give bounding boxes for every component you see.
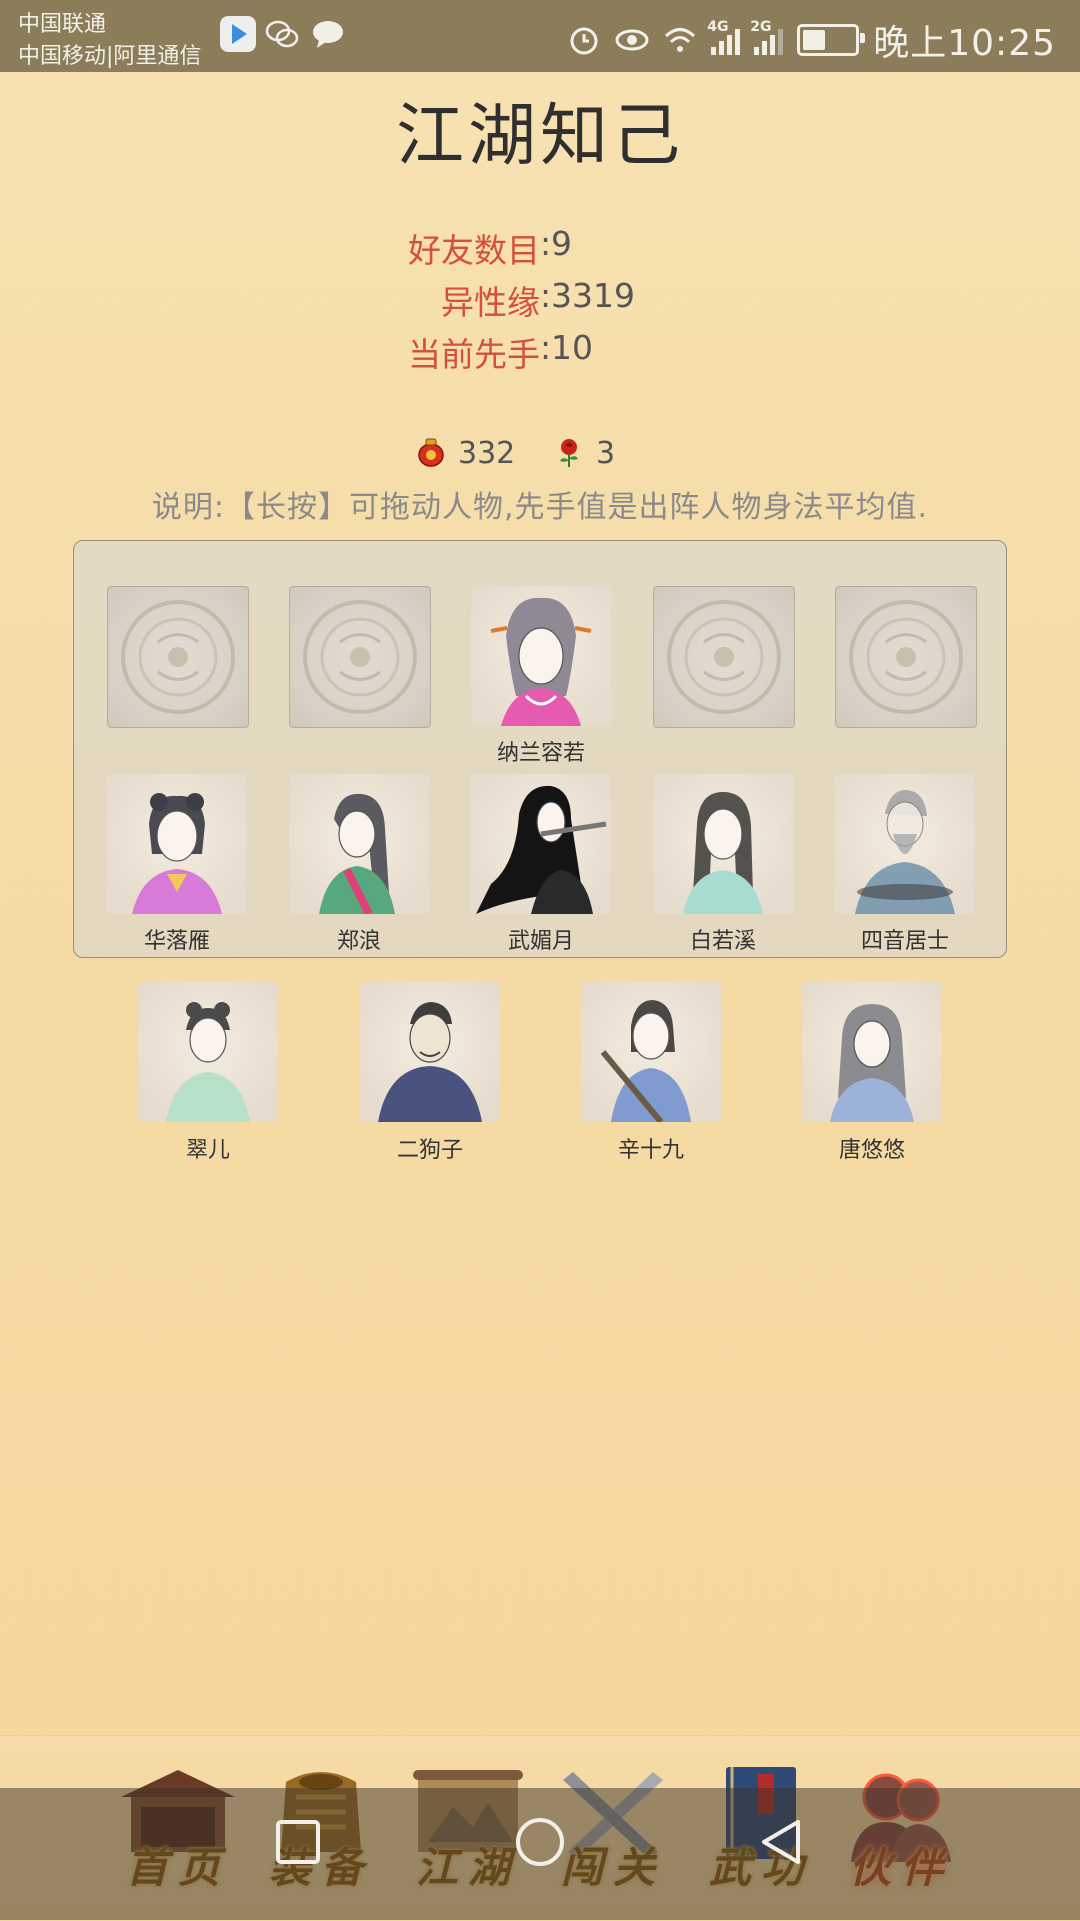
character-portrait-hualuoyan[interactable]: [107, 774, 247, 914]
medallion-icon: [121, 600, 235, 714]
instruction-text: 说明:【长按】可拖动人物,先手值是出阵人物身法平均值.: [151, 490, 929, 525]
stat-value: 10: [551, 328, 593, 367]
character-name: 辛十九: [617, 1138, 684, 1163]
character-name: 武媚月: [507, 929, 574, 954]
formation-panel: 纳兰容若 华落雁 郑浪 武媚月 白若溪 四音居士: [73, 540, 1007, 958]
stat-colon: :: [540, 328, 552, 367]
medallion-icon: [667, 600, 781, 714]
character-name: 白若溪: [689, 929, 756, 954]
character-portrait-wumeiyue[interactable]: [471, 774, 611, 914]
empty-formation-slot[interactable]: [835, 586, 977, 728]
wechat-icon: [265, 20, 299, 48]
ergouzi-portrait-icon: [378, 1002, 482, 1122]
character-portrait-zhenglang[interactable]: [289, 774, 429, 914]
eye-icon: [615, 29, 649, 51]
stat-value: 9: [551, 224, 572, 263]
wine-count: 332: [458, 436, 516, 471]
carrier-name-secondary: 中国移动|阿里通信: [18, 44, 202, 69]
tangyouyou-portrait-icon: [830, 1004, 914, 1122]
character-name: 华落雁: [143, 929, 210, 954]
stat-friend-count: 好友数目 : 9: [0, 224, 1080, 276]
character-name: 二狗子: [396, 1138, 463, 1163]
character-portrait-cuier[interactable]: [138, 982, 278, 1122]
empty-formation-slot[interactable]: [289, 586, 431, 728]
character-name: 郑浪: [336, 929, 381, 954]
battery-icon: [797, 24, 866, 56]
signal-4g-icon: 4G: [707, 19, 741, 55]
character-portrait-nalan[interactable]: [471, 586, 611, 726]
stat-label: 好友数目: [408, 231, 540, 270]
character-name: 唐悠悠: [838, 1138, 905, 1163]
empty-formation-slot[interactable]: [107, 586, 249, 728]
character-portrait-tangyouyou[interactable]: [802, 982, 942, 1122]
medallion-icon: [849, 600, 963, 714]
character-portrait-ergouzi[interactable]: [360, 982, 500, 1122]
rose-icon: [560, 439, 578, 467]
character-name: 纳兰容若: [496, 741, 585, 766]
stat-label: 当前先手: [408, 335, 540, 374]
character-portrait-bairuoxi[interactable]: [653, 774, 793, 914]
stat-charm: 异性缘 : 3319: [0, 276, 1080, 328]
status-bar: 中国联通 中国移动|阿里通信 4G 2G 晚上10:25: [0, 0, 1080, 72]
message-icon: [313, 21, 343, 48]
video-app-icon: [220, 16, 256, 52]
recent-apps-icon[interactable]: [270, 1814, 326, 1870]
character-portrait-siyinjushi[interactable]: [835, 774, 975, 914]
character-name: 四音居士: [860, 929, 949, 954]
wumeiyue-portrait-icon: [476, 785, 607, 914]
status-time: 晚上10:25: [873, 23, 1056, 64]
wine-jar-icon: [418, 438, 444, 467]
system-navigation-bar: [0, 1788, 1080, 1920]
medallion-icon: [303, 600, 417, 714]
currency-bar: 332 3: [0, 430, 1080, 478]
network-4g-label: 4G: [707, 19, 729, 35]
zhenglang-portrait-icon: [319, 793, 395, 914]
home-circle-icon[interactable]: [512, 1814, 568, 1870]
stat-initiative: 当前先手 : 10: [0, 328, 1080, 380]
alarm-icon: [570, 27, 598, 55]
carrier-name-primary: 中国联通: [18, 12, 107, 37]
siyinjushi-portrait-icon: [855, 789, 955, 914]
bairuoxi-portrait-icon: [683, 792, 763, 914]
rose-count: 3: [596, 436, 616, 471]
stat-value: 3319: [551, 276, 635, 315]
xinshijiu-portrait-icon: [600, 1000, 691, 1122]
stat-label: 异性缘: [441, 283, 540, 322]
signal-2g-icon: 2G: [750, 19, 784, 55]
stat-colon: :: [540, 276, 552, 315]
network-2g-label: 2G: [750, 19, 772, 35]
character-portrait-xinshijiu[interactable]: [581, 982, 721, 1122]
empty-formation-slot[interactable]: [653, 586, 795, 728]
nalan-portrait-icon: [490, 597, 592, 726]
hualuoyan-portrait-icon: [132, 793, 222, 914]
stat-colon: :: [540, 224, 552, 263]
cuier-portrait-icon: [166, 1002, 250, 1122]
back-triangle-icon[interactable]: [754, 1814, 810, 1870]
character-name: 翠儿: [185, 1138, 230, 1163]
page-title: 江湖知己: [395, 97, 684, 176]
wifi-icon: [665, 28, 696, 52]
